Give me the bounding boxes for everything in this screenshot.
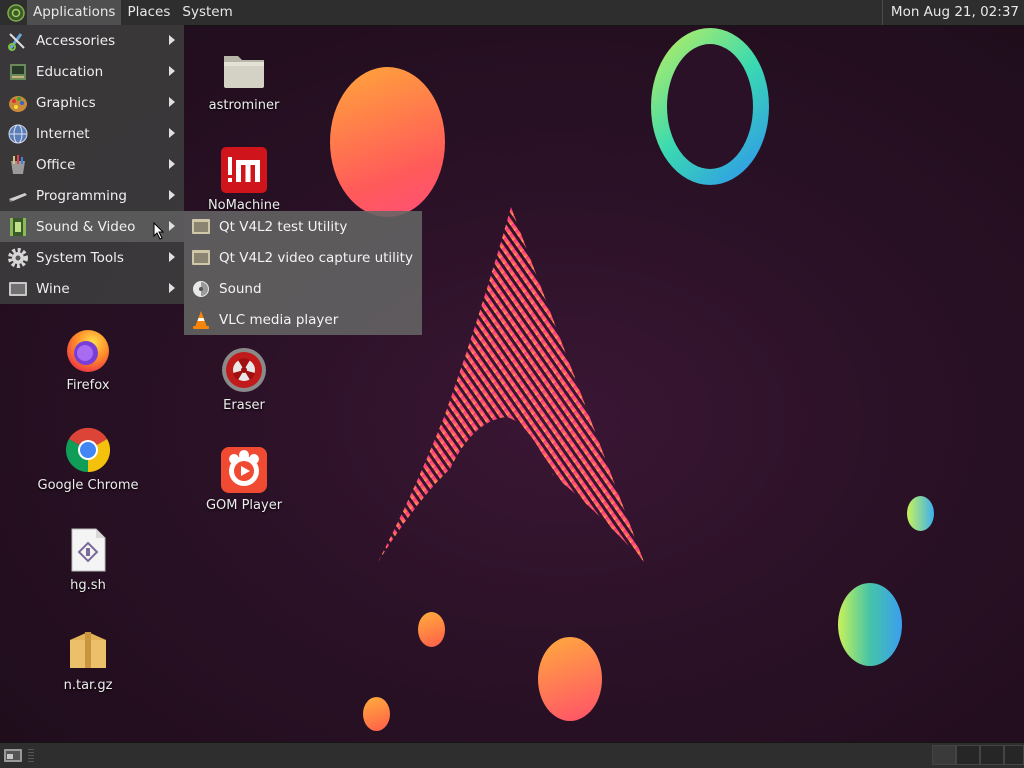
desktop-icon-label: n.tar.gz: [63, 678, 113, 693]
menu-item-label: Accessories: [36, 32, 116, 49]
desktop-icon-label: Firefox: [66, 378, 110, 393]
multimedia-icon: [10, 217, 26, 236]
workspace-2[interactable]: [956, 745, 980, 765]
workspace-1[interactable]: [932, 745, 956, 765]
wallpaper-small-orb: [418, 612, 445, 647]
graphics-icon: [9, 95, 27, 112]
wallpaper-orange-orb: [330, 67, 445, 217]
menu-item-programming[interactable]: Programming: [0, 180, 184, 211]
menu-item-graphics[interactable]: Graphics: [0, 87, 184, 118]
submenu-item-sound[interactable]: Sound: [184, 273, 422, 304]
wallpaper-green-orb: [838, 583, 902, 666]
submenu-arrow-icon: [169, 66, 175, 76]
submenu-arrow-icon: [169, 252, 175, 262]
desktop-icon-n-tar-gz[interactable]: n.tar.gz: [28, 626, 148, 693]
desktop-icon-hg-sh[interactable]: hg.sh: [28, 526, 148, 593]
places-menu[interactable]: Places: [121, 0, 176, 25]
chrome-icon: [64, 426, 112, 474]
programming-icon: [9, 192, 27, 202]
archive-icon: [64, 626, 112, 674]
eraser-icon: [220, 346, 268, 394]
menu-item-label: Education: [36, 63, 104, 80]
menu-item-label: Sound & Video: [36, 218, 136, 235]
submenu-arrow-icon: [169, 97, 175, 107]
submenu-item-qt-v4l2-capture[interactable]: Qt V4L2 video capture utility: [184, 242, 422, 273]
submenu-item-label: Qt V4L2 test Utility: [219, 218, 348, 235]
applications-dropdown: Accessories Education Graphics Internet …: [0, 25, 184, 304]
submenu-item-label: Qt V4L2 video capture utility: [219, 249, 413, 266]
workspace-3[interactable]: [980, 745, 1004, 765]
menu-item-education[interactable]: Education: [0, 56, 184, 87]
window-icon: [192, 218, 210, 234]
menu-item-accessories[interactable]: Accessories: [0, 25, 184, 56]
distro-logo-icon[interactable]: [5, 2, 27, 24]
top-panel: Applications Places System Mon Aug 21, 0…: [0, 0, 1024, 26]
desktop-icon-gom-player[interactable]: GOM Player: [184, 446, 304, 513]
submenu-arrow-icon: [169, 159, 175, 169]
menu-item-system-tools[interactable]: System Tools: [0, 242, 184, 273]
office-icon: [11, 154, 25, 174]
wallpaper-green-orb: [907, 496, 934, 531]
desktop-icon-label: astrominer: [208, 98, 280, 113]
panel-drag-handle[interactable]: [28, 749, 34, 762]
menu-item-internet[interactable]: Internet: [0, 118, 184, 149]
gom-player-icon: [220, 446, 268, 494]
education-icon: [10, 63, 26, 80]
menu-item-label: Internet: [36, 125, 90, 142]
wallpaper-small-orb: [363, 697, 390, 731]
wine-icon: [9, 281, 27, 296]
desktop-icon-label: Eraser: [223, 398, 265, 413]
firefox-icon: [64, 326, 112, 374]
desktop-icon-eraser[interactable]: Eraser: [184, 346, 304, 413]
menu-item-label: Office: [36, 156, 76, 173]
show-desktop-icon[interactable]: [3, 747, 23, 764]
submenu-item-label: Sound: [219, 280, 262, 297]
desktop-icon-astrominer[interactable]: astrominer: [184, 46, 304, 113]
desktop-icon-nomachine[interactable]: NoMachine: [184, 146, 304, 213]
applications-menu[interactable]: Applications: [27, 0, 122, 25]
vlc-cone-icon: [193, 310, 209, 329]
desktop-icon-label: hg.sh: [70, 578, 106, 593]
system-menu[interactable]: System: [176, 0, 238, 25]
desktop-icon-google-chrome[interactable]: Google Chrome: [28, 426, 148, 493]
submenu-arrow-icon: [169, 35, 175, 45]
menu-item-wine[interactable]: Wine: [0, 273, 184, 304]
workspace-4[interactable]: [1004, 745, 1024, 765]
menu-item-label: Wine: [36, 280, 70, 297]
mouse-pointer-icon: [153, 222, 165, 240]
submenu-arrow-icon: [169, 190, 175, 200]
nomachine-icon: [220, 146, 268, 194]
accessories-icon: [8, 32, 25, 51]
window-icon: [192, 249, 210, 265]
submenu-arrow-icon: [169, 128, 175, 138]
submenu-item-vlc[interactable]: VLC media player: [184, 304, 422, 335]
sound-video-submenu: Qt V4L2 test Utility Qt V4L2 video captu…: [184, 211, 422, 335]
submenu-item-qt-v4l2-test[interactable]: Qt V4L2 test Utility: [184, 211, 422, 242]
menu-item-label: Graphics: [36, 94, 96, 111]
gear-icon: [8, 247, 28, 268]
submenu-arrow-icon: [169, 221, 175, 231]
internet-globe-icon: [8, 124, 28, 143]
folder-icon: [220, 46, 268, 94]
sound-icon: [193, 280, 209, 297]
desktop-icon-label: Google Chrome: [37, 478, 139, 493]
menu-item-label: System Tools: [36, 249, 124, 266]
submenu-arrow-icon: [169, 283, 175, 293]
clock[interactable]: Mon Aug 21, 02:37: [881, 0, 1024, 25]
script-file-icon: [64, 526, 112, 574]
wallpaper-orange-orb: [538, 637, 602, 721]
menu-item-office[interactable]: Office: [0, 149, 184, 180]
bottom-panel: [0, 742, 1024, 768]
desktop-icon-firefox[interactable]: Firefox: [28, 326, 148, 393]
submenu-item-label: VLC media player: [219, 311, 339, 328]
desktop-icon-label: GOM Player: [205, 498, 283, 513]
wallpaper-green-ring: [651, 28, 769, 185]
menu-item-label: Programming: [36, 187, 127, 204]
